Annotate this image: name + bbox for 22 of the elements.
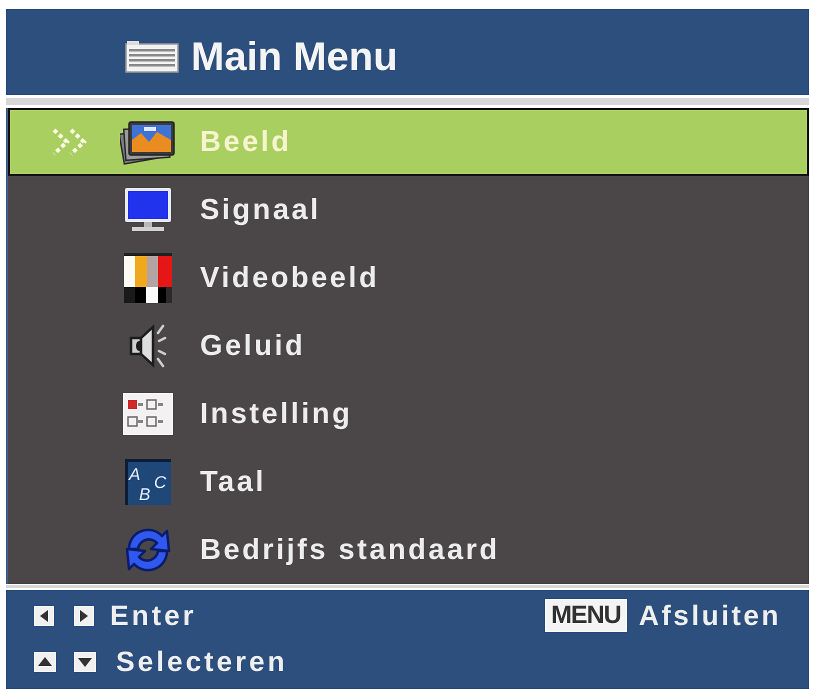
menu-item[interactable]: Signaal [8,176,809,244]
menu-item[interactable]: Geluid [8,312,809,380]
up-arrow-key-icon [34,652,56,672]
letters-icon: A B C [125,459,171,505]
exit-hint: Afsluiten [638,602,781,630]
menu-key: MENU [545,599,627,632]
left-arrow-key-icon [34,606,54,626]
menu-item[interactable]: A B C Taal [8,448,809,516]
down-arrow-key-icon [74,652,96,672]
menu-item[interactable]: Videobeeld [8,244,809,312]
picture-icon [120,119,176,165]
monitor-icon [123,187,173,233]
right-arrow-key-icon [74,606,94,626]
color-bars-icon [124,253,172,303]
menu-item[interactable]: Bedrijfs standaard [8,516,809,584]
menu-item[interactable]: Instelling [8,380,809,448]
enter-hint: Enter [110,602,197,630]
checkbox-grid-icon [123,393,173,435]
speaker-icon [128,322,168,370]
window-title: Main Menu [191,37,398,77]
select-hint: Selecteren [116,648,288,676]
list-icon [125,41,179,73]
